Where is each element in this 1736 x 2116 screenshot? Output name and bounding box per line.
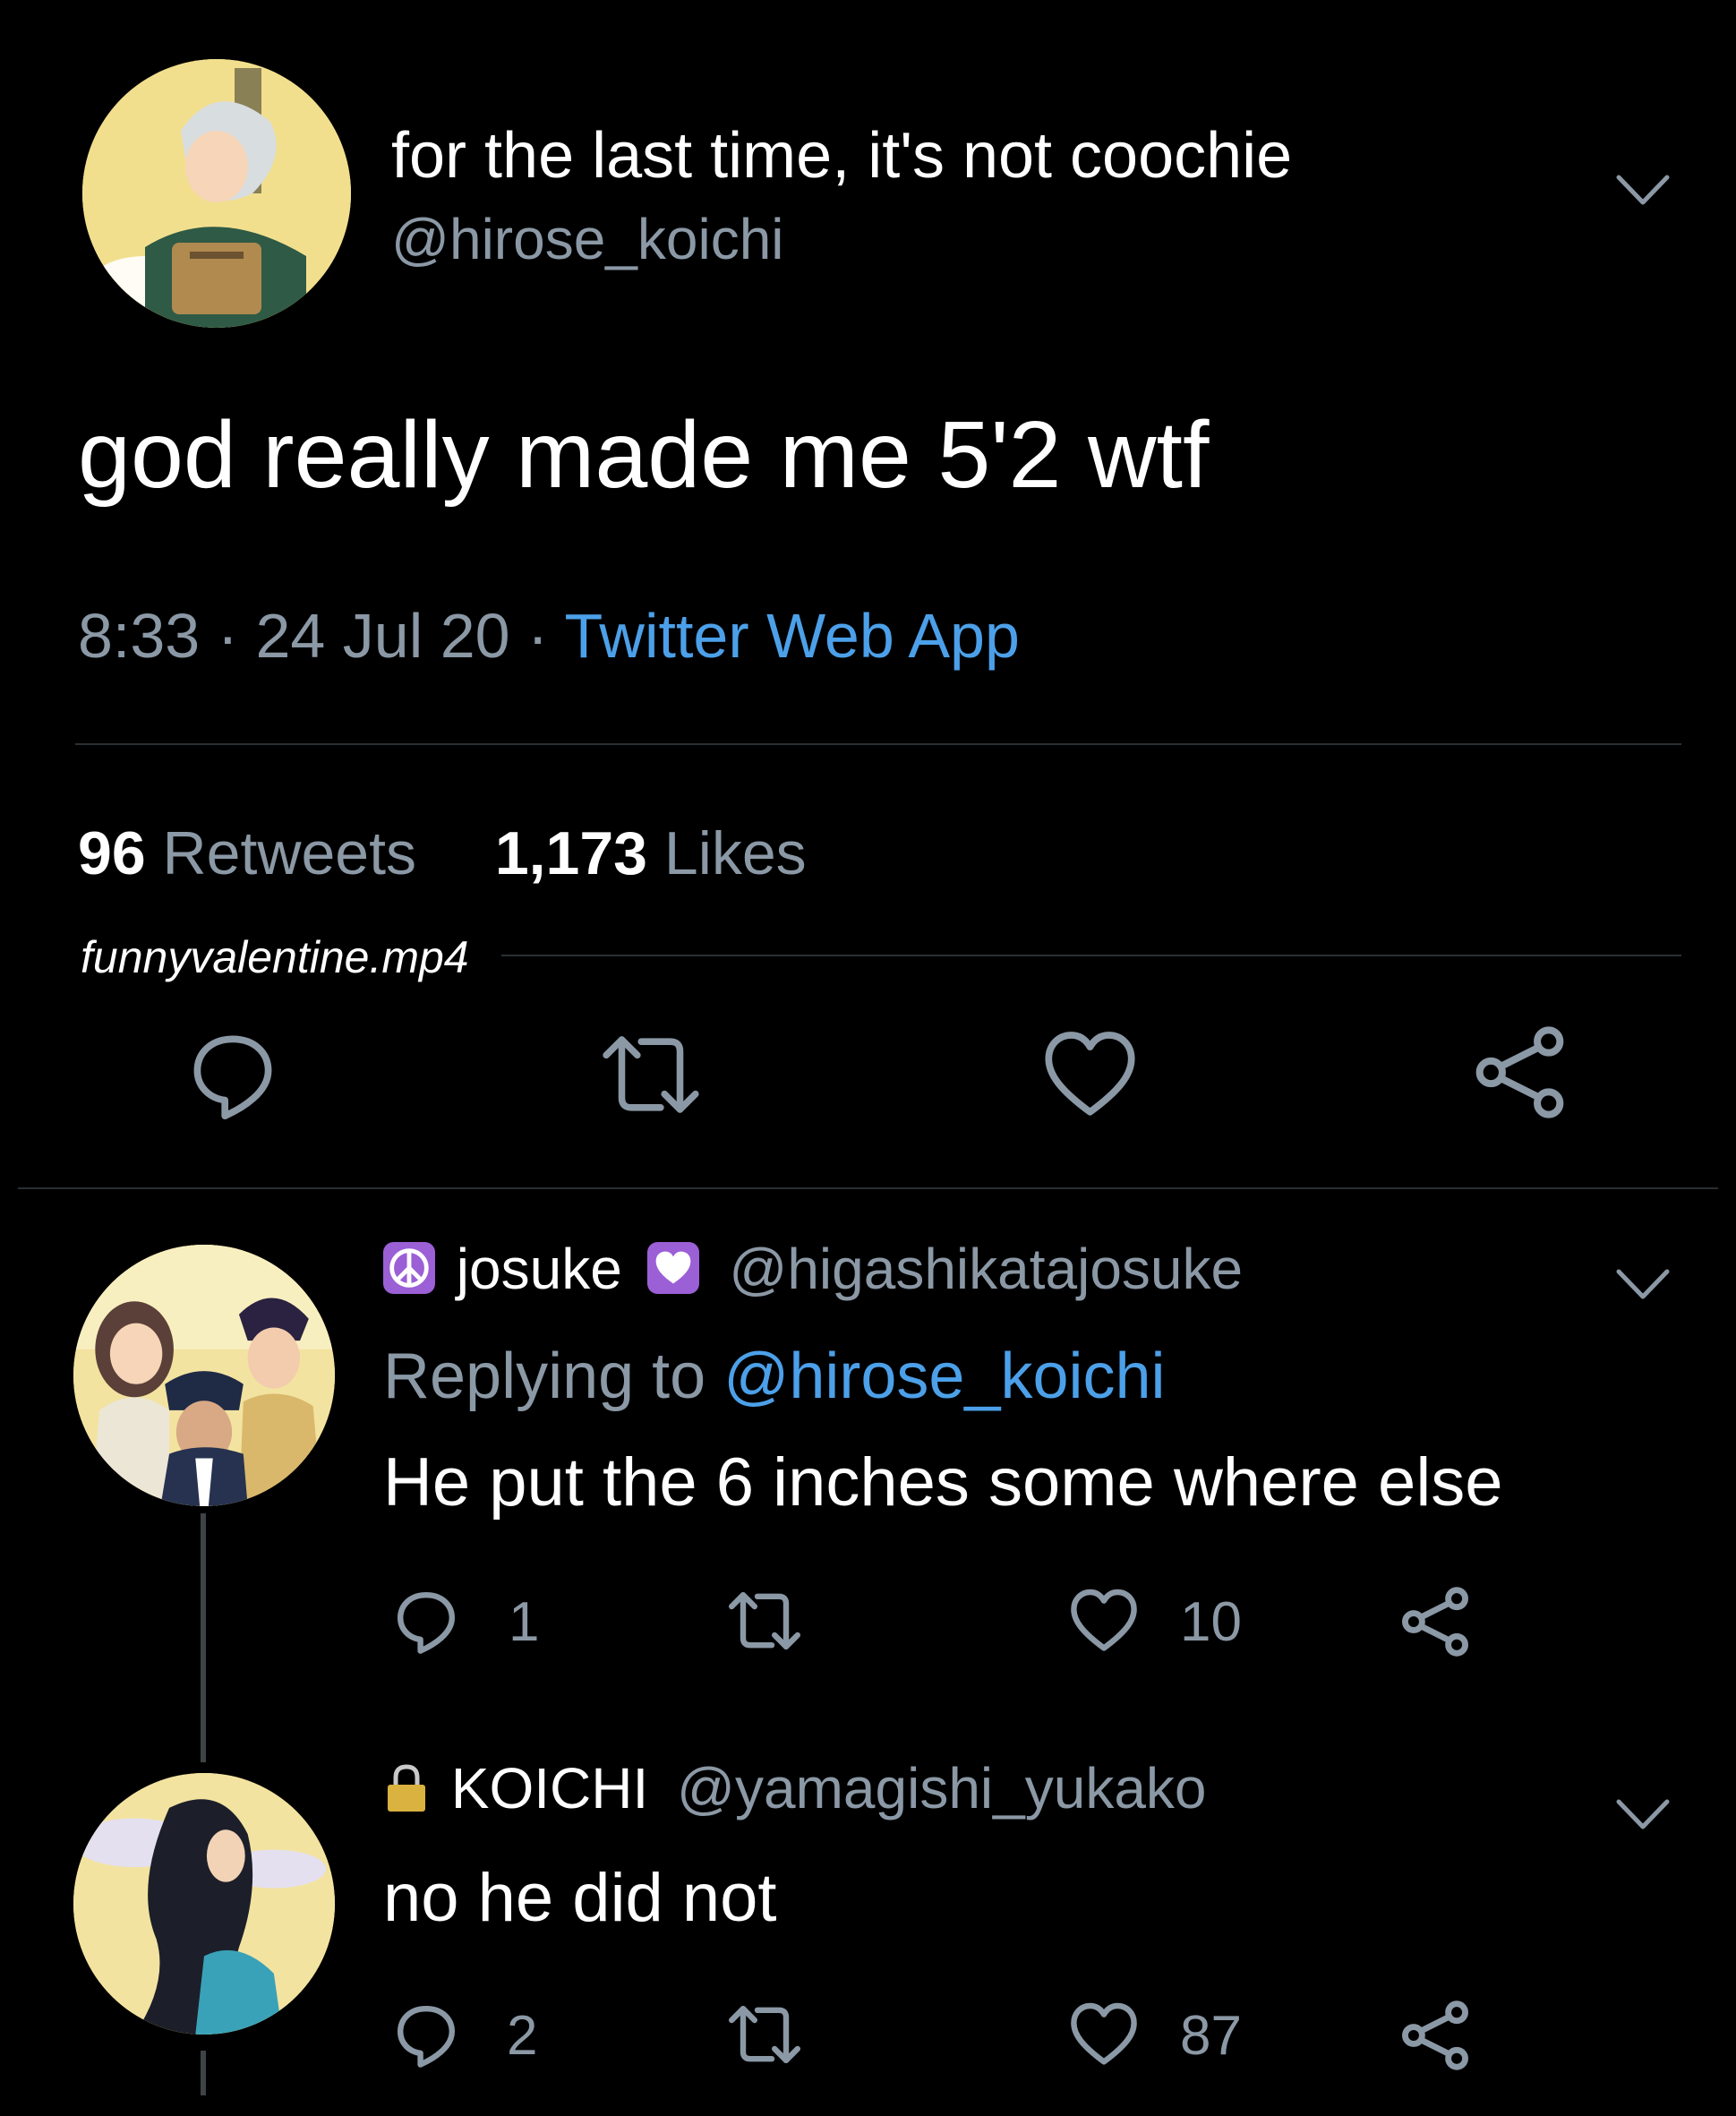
retweets-label: Retweets <box>162 819 417 887</box>
like-icon[interactable] <box>1039 1025 1142 1124</box>
peace-icon <box>383 1242 435 1294</box>
share-icon[interactable] <box>1468 1021 1571 1124</box>
tweet-time[interactable]: 8:33 <box>78 601 200 671</box>
likes-count: 1,173 <box>494 819 647 887</box>
like-icon[interactable] <box>1065 1585 1142 1657</box>
avatar[interactable] <box>73 1773 335 2035</box>
likes-label: Likes <box>663 819 807 887</box>
retweet-icon[interactable] <box>722 1585 808 1657</box>
thread-line <box>201 1513 206 1762</box>
divider <box>18 1187 1718 1189</box>
lock-icon <box>383 1761 430 1815</box>
tweet-source-link[interactable]: Twitter Web App <box>565 601 1020 671</box>
replying-to: Replying to @hirose_koichi <box>383 1340 1166 1413</box>
reply-count: 2 <box>507 2005 538 2067</box>
tweet-meta: 8:33 · 24 Jul 20 · Twitter Web App <box>78 600 1020 672</box>
purple-heart-icon <box>646 1242 699 1294</box>
share-icon[interactable] <box>1397 1997 1474 2074</box>
retweet-icon[interactable] <box>722 1999 808 2070</box>
reply-icon[interactable] <box>390 1585 462 1657</box>
chevron-down-icon[interactable] <box>1612 168 1674 213</box>
avatar[interactable] <box>73 1245 335 1506</box>
reply-display-name[interactable]: KOICHI <box>451 1756 648 1820</box>
replying-to-label: Replying to <box>383 1341 706 1412</box>
watermark-text: funnyvalentine.mp4 <box>81 932 469 982</box>
tweet-date[interactable]: 24 Jul 20 <box>255 601 509 671</box>
reply-header: KOICHI @yamagishi_yukako <box>383 1755 1207 1821</box>
replying-to-handle[interactable]: @hirose_koichi <box>723 1341 1165 1412</box>
reply-text: He put the 6 inches some where else <box>383 1444 1503 1521</box>
reply-icon[interactable] <box>390 1999 462 2070</box>
divider <box>75 743 1681 745</box>
like-icon[interactable] <box>1065 1999 1142 2070</box>
tweet-handle[interactable]: @hirose_koichi <box>391 206 784 272</box>
meta-separator: · <box>527 601 549 671</box>
reply-handle[interactable]: @yamagishi_yukako <box>677 1756 1206 1820</box>
chevron-down-icon[interactable] <box>1612 1263 1674 1307</box>
avatar[interactable] <box>82 59 351 328</box>
reply-icon[interactable] <box>184 1025 282 1124</box>
thread-line <box>201 2051 206 2095</box>
share-icon[interactable] <box>1397 1583 1474 1660</box>
meta-separator: · <box>217 601 239 671</box>
tweet-stats: 96 Retweets 1,173 Likes <box>78 818 807 888</box>
reply-handle[interactable]: @higashikatajosuke <box>729 1237 1243 1301</box>
reply-header: josuke @higashikatajosuke <box>383 1236 1243 1302</box>
tweet-display-name[interactable]: for the last time, it's not coochie <box>391 119 1292 193</box>
likes-stat[interactable]: 1,173 Likes <box>495 819 807 887</box>
retweet-icon[interactable] <box>593 1025 709 1124</box>
reply-text: no he did not <box>383 1860 777 1936</box>
reply-count: 1 <box>509 1591 540 1653</box>
reply-display-name[interactable]: josuke <box>457 1237 622 1301</box>
tweet-text: god really made me 5'2 wtf <box>78 402 1210 508</box>
retweets-stat[interactable]: 96 Retweets <box>78 819 433 887</box>
retweets-count: 96 <box>78 819 146 887</box>
like-count: 10 <box>1180 1591 1242 1653</box>
divider <box>501 955 1681 956</box>
chevron-down-icon[interactable] <box>1612 1793 1674 1838</box>
like-count: 87 <box>1180 2005 1242 2067</box>
